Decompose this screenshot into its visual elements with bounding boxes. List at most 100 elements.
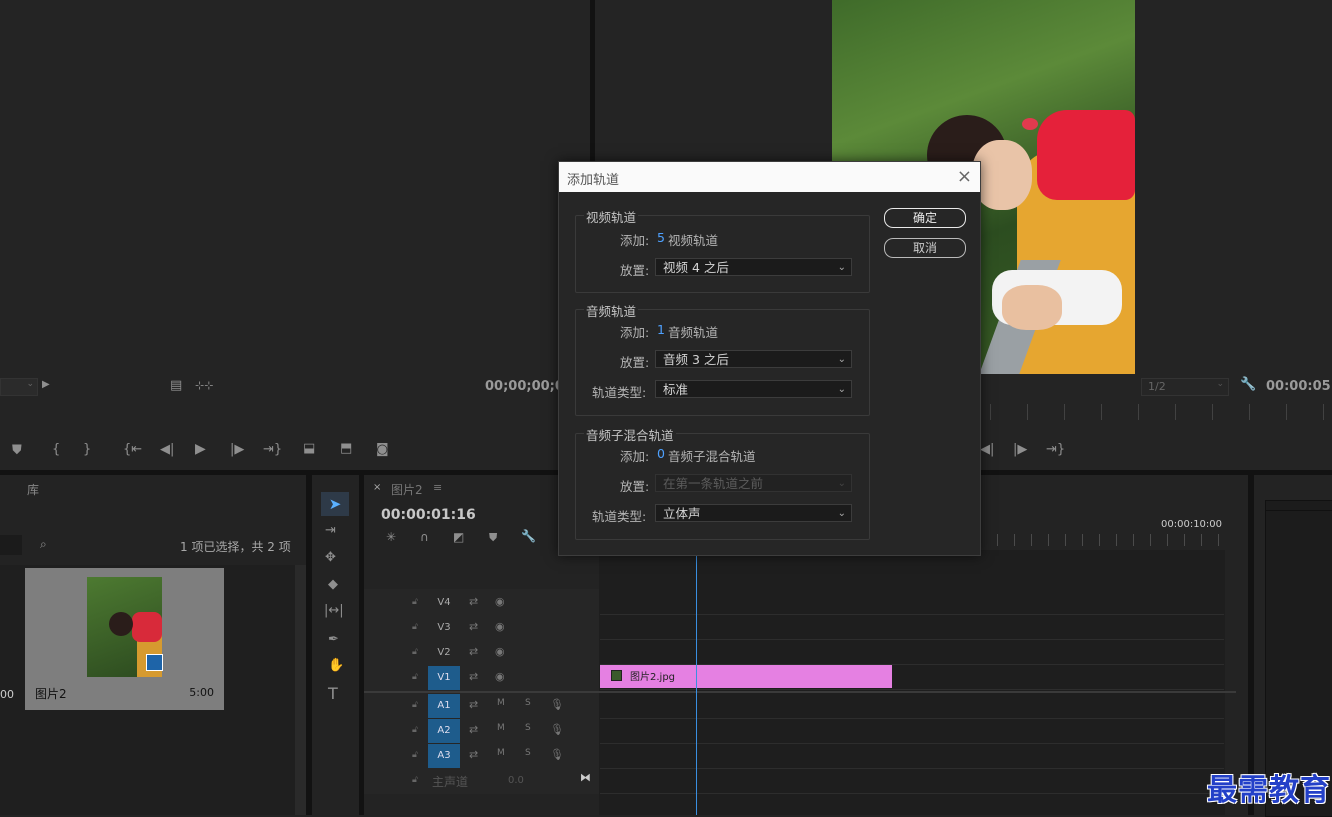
selection-tool-icon[interactable]: ➤: [321, 492, 349, 516]
audio-waveform-icon[interactable]: ⊹⊹: [195, 379, 213, 392]
mute-button[interactable]: M: [497, 748, 505, 758]
tab-sequence[interactable]: 图片2: [391, 481, 423, 498]
linked-selection-icon[interactable]: ∩: [420, 530, 429, 544]
audio-add-count[interactable]: 1: [657, 322, 665, 337]
ok-button[interactable]: 确定: [884, 208, 966, 228]
sync-lock-icon[interactable]: ⇄: [469, 645, 478, 658]
master-volume[interactable]: 0.0: [508, 775, 524, 786]
insert-nest-icon[interactable]: ◩: [453, 530, 464, 544]
track-select-tool-icon[interactable]: ⇥: [325, 523, 336, 538]
insert-icon[interactable]: ⬓: [303, 441, 315, 456]
audio-type-select[interactable]: 标准 ⌄: [655, 380, 852, 398]
close-sequence-icon[interactable]: ×: [373, 482, 381, 493]
microphone-icon[interactable]: 🎙︎: [550, 698, 564, 711]
razor-tool-icon[interactable]: ◆: [328, 577, 338, 592]
step-forward-icon[interactable]: |▶: [230, 442, 244, 457]
sync-lock-icon[interactable]: ⇄: [469, 595, 478, 608]
solo-button[interactable]: S: [525, 748, 531, 758]
mute-button[interactable]: M: [497, 723, 505, 733]
add-marker-icon[interactable]: ⛊: [489, 531, 497, 545]
sync-lock-icon[interactable]: ⇄: [469, 698, 478, 711]
play-icon[interactable]: ▶: [195, 441, 206, 457]
track-label[interactable]: A1: [428, 694, 460, 718]
track-lane-a2[interactable]: [600, 719, 1224, 744]
track-header-a1[interactable]: 🔓︎ A1 ⇄ M S 🎙︎: [365, 694, 599, 718]
clip-settings-icon[interactable]: ▤: [170, 378, 182, 393]
solo-button[interactable]: S: [525, 723, 531, 733]
track-lane-v4[interactable]: [600, 590, 1224, 615]
wrench-icon[interactable]: 🔧: [1240, 377, 1256, 392]
source-zoom-dropdown[interactable]: ⌄: [0, 378, 38, 396]
timeline-settings-icon[interactable]: 🔧: [521, 529, 536, 543]
play-arrow-small-icon[interactable]: ▶: [42, 379, 50, 390]
lock-icon[interactable]: 🔓︎: [412, 700, 418, 710]
mark-out-icon[interactable]: }: [83, 442, 91, 457]
lock-icon[interactable]: 🔓︎: [412, 750, 418, 760]
playhead[interactable]: [696, 553, 697, 815]
sync-lock-icon[interactable]: ⇄: [469, 620, 478, 633]
find-icon[interactable]: ⌕: [40, 537, 47, 552]
track-label[interactable]: V2: [428, 641, 460, 665]
microphone-icon[interactable]: 🎙︎: [550, 748, 564, 761]
go-to-out-icon[interactable]: ⇥}: [263, 442, 282, 457]
track-lane-v2[interactable]: [600, 640, 1224, 665]
ripple-edit-tool-icon[interactable]: ✥: [325, 550, 336, 565]
type-tool-icon[interactable]: T: [328, 684, 338, 703]
eye-icon[interactable]: ◉: [495, 670, 505, 683]
sequence-menu-icon[interactable]: ≡: [433, 481, 442, 494]
track-header-master[interactable]: 🔓︎ 主声道 0.0 ⧓: [365, 769, 599, 793]
video-place-select[interactable]: 视频 4 之后 ⌄: [655, 258, 852, 276]
program-step-forward-icon[interactable]: |▶: [1013, 442, 1027, 457]
snap-icon[interactable]: ✳: [386, 530, 396, 544]
hand-tool-icon[interactable]: ✋: [328, 658, 344, 673]
track-label[interactable]: V1: [428, 666, 460, 690]
track-header-v4[interactable]: 🔓︎ V4 ⇄ ◉: [365, 591, 599, 615]
timeline-current-time[interactable]: 00:00:01:16: [381, 507, 476, 523]
track-header-v1[interactable]: 🔓︎ V1 ⇄ ◉: [365, 666, 599, 690]
export-frame-icon[interactable]: ◙: [376, 442, 389, 457]
track-label[interactable]: V3: [428, 616, 460, 640]
track-label[interactable]: V4: [428, 591, 460, 615]
overwrite-icon[interactable]: ⬒: [340, 441, 352, 456]
submix-type-select[interactable]: 立体声 ⌄: [655, 504, 852, 522]
track-label[interactable]: A3: [428, 744, 460, 768]
pen-tool-icon[interactable]: ✒: [328, 632, 339, 647]
sync-lock-icon[interactable]: ⇄: [469, 748, 478, 761]
marker-icon[interactable]: ⛊: [12, 443, 22, 458]
lock-icon[interactable]: 🔓︎: [412, 775, 418, 785]
dialog-title-bar[interactable]: 添加轨道 ×: [559, 162, 980, 192]
microphone-icon[interactable]: 🎙︎: [550, 723, 564, 736]
lock-icon[interactable]: 🔓︎: [412, 597, 418, 607]
timeline-ruler[interactable]: [980, 534, 1220, 546]
cancel-button[interactable]: 取消: [884, 238, 966, 258]
project-item-thumbnail[interactable]: 图片2 5:00: [25, 568, 224, 710]
audio-place-select[interactable]: 音频 3 之后 ⌄: [655, 350, 852, 368]
track-lane-a1[interactable]: [600, 694, 1224, 719]
mute-button[interactable]: M: [497, 698, 505, 708]
slip-tool-icon[interactable]: |↔|: [324, 603, 344, 618]
lock-icon[interactable]: 🔓︎: [412, 622, 418, 632]
program-zoom-dropdown[interactable]: 1/2 ⌄: [1141, 378, 1229, 396]
step-back-icon[interactable]: ◀|: [160, 442, 174, 457]
video-add-count[interactable]: 5: [657, 230, 665, 245]
eye-icon[interactable]: ◉: [495, 620, 505, 633]
track-lane-a3[interactable]: [600, 744, 1224, 769]
program-go-to-out-icon[interactable]: ⇥}: [1046, 442, 1065, 457]
track-header-v3[interactable]: 🔓︎ V3 ⇄ ◉: [365, 616, 599, 640]
lock-icon[interactable]: 🔓︎: [412, 725, 418, 735]
solo-button[interactable]: S: [525, 698, 531, 708]
eye-icon[interactable]: ◉: [495, 645, 505, 658]
close-icon[interactable]: ×: [957, 166, 972, 187]
eye-icon[interactable]: ◉: [495, 595, 505, 608]
mark-in-icon[interactable]: {: [52, 442, 60, 457]
project-scrollbar[interactable]: [295, 565, 306, 815]
program-step-back-icon[interactable]: ◀|: [980, 442, 994, 457]
track-lane-master[interactable]: [600, 769, 1224, 794]
go-to-in-icon[interactable]: {⇤: [123, 442, 142, 457]
lock-icon[interactable]: 🔓︎: [412, 672, 418, 682]
submix-add-count[interactable]: 0: [657, 446, 665, 461]
sync-lock-icon[interactable]: ⇄: [469, 723, 478, 736]
sync-lock-icon[interactable]: ⇄: [469, 670, 478, 683]
tab-library[interactable]: 库: [27, 481, 39, 498]
track-header-v2[interactable]: 🔓︎ V2 ⇄ ◉: [365, 641, 599, 665]
